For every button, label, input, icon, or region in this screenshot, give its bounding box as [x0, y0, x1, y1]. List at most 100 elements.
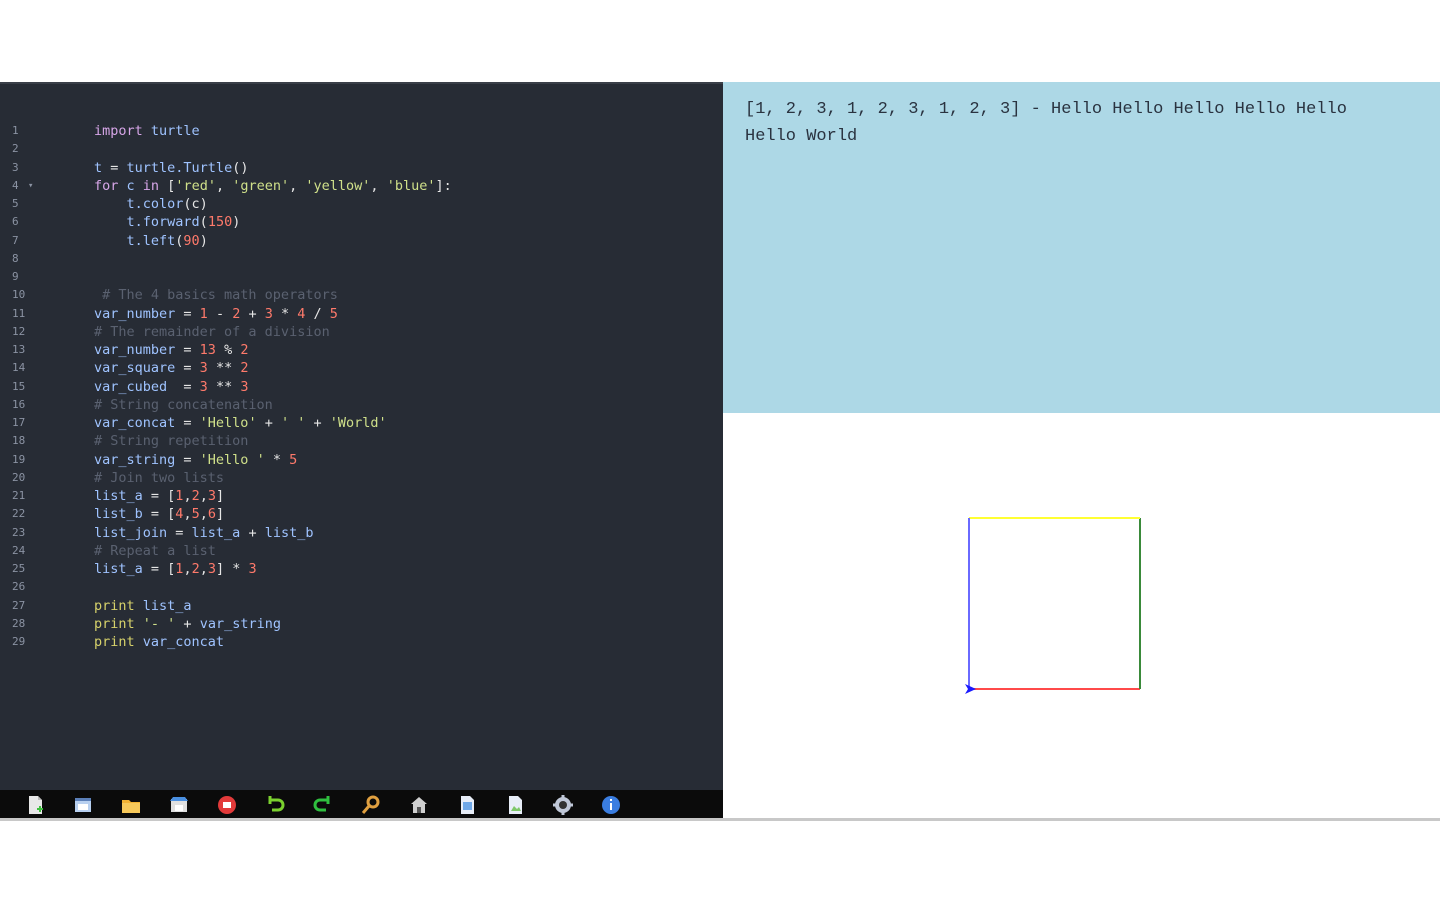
run-button[interactable]: [214, 790, 262, 820]
code-token: var_square: [94, 360, 176, 377]
new-file-button[interactable]: [22, 790, 70, 820]
code-line[interactable]: 22 list_b = [4,5,6]: [0, 505, 723, 523]
image-button[interactable]: [502, 790, 550, 820]
code-line[interactable]: 17 var_concat = 'Hello' + ' ' + 'World': [0, 414, 723, 432]
export-button[interactable]: [454, 790, 502, 820]
code-token: list_a: [191, 524, 241, 541]
code-line[interactable]: 7 t.left(90): [0, 232, 723, 250]
code-line[interactable]: 12 # The remainder of a division: [0, 323, 723, 341]
code-token: =: [175, 342, 200, 358]
image-icon: [509, 796, 522, 814]
line-number: 24: [12, 543, 26, 557]
code-line[interactable]: 13 var_number = 13 % 2: [0, 341, 723, 359]
code-text: # Join two lists: [94, 469, 224, 487]
code-line[interactable]: 26: [0, 578, 723, 596]
code-token: list_a: [134, 597, 192, 614]
code-line[interactable]: 20 # Join two lists: [0, 469, 723, 487]
code-line[interactable]: 27 print list_a: [0, 597, 723, 615]
code-token: (): [232, 159, 249, 176]
code-token: ]: [216, 506, 225, 523]
code-line[interactable]: 24 # Repeat a list: [0, 542, 723, 560]
code-token: t.forward: [94, 214, 200, 231]
code-token: ,: [199, 506, 208, 523]
code-token: 'Hello': [199, 415, 257, 431]
code-text: for c in ['red', 'green', 'yellow', 'blu…: [94, 177, 452, 195]
settings-button[interactable]: [550, 790, 598, 820]
code-token: '- ': [142, 615, 176, 632]
new-file-icon: [29, 796, 43, 814]
undo-icon: [268, 796, 285, 812]
code-token: ): [232, 214, 241, 231]
code-token: (: [199, 214, 208, 231]
open-file-button[interactable]: [70, 790, 118, 820]
fold-toggle-icon[interactable]: ▾: [28, 177, 33, 195]
code-text: var_cubed = 3 ** 3: [94, 378, 248, 396]
code-token: -: [207, 305, 233, 322]
folder-button[interactable]: [118, 790, 166, 820]
code-line[interactable]: 15 var_cubed = 3 ** 3: [0, 378, 723, 396]
code-text: # String repetition: [94, 432, 248, 450]
code-token: list_b: [94, 506, 143, 523]
code-token: 3: [248, 561, 257, 577]
code-line[interactable]: 11 var_number = 1 - 2 + 3 * 4 / 5: [0, 305, 723, 323]
line-number: 3: [12, 160, 19, 174]
line-number: 26: [12, 580, 26, 594]
code-token: ' ': [280, 415, 306, 431]
code-token: ): [199, 232, 208, 249]
code-line[interactable]: 3 t = turtle.Turtle(): [0, 159, 723, 177]
code-token: 3: [199, 360, 208, 377]
code-lines[interactable]: 1 import turtle 2 3 t = turtle.Turtle() 4 ▾ for…: [0, 122, 723, 651]
code-text: # String concatenation: [94, 396, 273, 414]
code-text: list_join = list_a + list_b: [94, 524, 314, 542]
code-token: print: [94, 634, 135, 650]
redo-icon: [313, 796, 330, 812]
code-line[interactable]: 29 print var_concat: [0, 633, 723, 651]
code-text: t.forward(150): [94, 213, 241, 231]
line-number: 17: [12, 416, 26, 429]
code-line[interactable]: 16 # String concatenation: [0, 396, 723, 414]
code-token: 3: [207, 488, 216, 504]
code-line[interactable]: 8: [0, 250, 723, 268]
line-number: 22: [12, 507, 26, 521]
line-number: 6: [12, 215, 19, 229]
code-line[interactable]: 28 print '- ' + var_string: [0, 615, 723, 633]
line-number: 10: [12, 288, 26, 302]
code-token: # String concatenation: [94, 396, 273, 413]
home-icon: [411, 797, 427, 813]
info-button[interactable]: [598, 790, 646, 820]
code-line[interactable]: 23 list_join = list_a + list_b: [0, 524, 723, 542]
undo-button[interactable]: [262, 790, 310, 820]
code-line[interactable]: 19 var_string = 'Hello ' * 5: [0, 451, 723, 469]
save-button[interactable]: [166, 790, 214, 820]
code-text: var_concat = 'Hello' + ' ' + 'World': [94, 414, 387, 432]
code-text: var_square = 3 ** 2: [94, 359, 248, 377]
code-line[interactable]: 2: [0, 140, 723, 158]
code-line[interactable]: 18 # String repetition: [0, 432, 723, 450]
code-token: # String repetition: [94, 433, 249, 450]
code-text: print list_a: [94, 597, 192, 615]
code-line[interactable]: 14 var_square = 3 ** 2: [0, 359, 723, 377]
code-line[interactable]: 5 t.color(c): [0, 195, 723, 213]
code-text: print '- ' + var_string: [94, 615, 281, 633]
code-token: 150: [207, 214, 233, 231]
folder-icon: [122, 800, 140, 813]
code-token: **: [207, 360, 241, 377]
code-line[interactable]: 1 import turtle: [0, 122, 723, 140]
code-line[interactable]: 4 ▾ for c in ['red', 'green', 'yellow', 'b…: [0, 177, 723, 195]
code-line[interactable]: 6 t.forward(150): [0, 213, 723, 231]
code-line[interactable]: 10 # The 4 basics math operators: [0, 286, 723, 304]
line-number: 21: [12, 489, 26, 502]
code-line[interactable]: 25 list_a = [1,2,3] * 3: [0, 560, 723, 578]
code-editor[interactable]: 1 import turtle 2 3 t = turtle.Turtle() 4 ▾ for…: [0, 82, 723, 790]
home-button[interactable]: [406, 790, 454, 820]
code-line[interactable]: 9: [0, 268, 723, 286]
search-button[interactable]: [358, 790, 406, 820]
code-token: t.left: [94, 232, 176, 249]
code-token: =: [167, 524, 192, 541]
code-line[interactable]: 21 list_a = [1,2,3]: [0, 487, 723, 505]
code-token: *: [264, 451, 290, 468]
redo-button[interactable]: [310, 790, 358, 820]
code-token: var_string: [199, 615, 281, 632]
code-token: +: [256, 415, 281, 431]
code-token: 5: [329, 305, 338, 322]
